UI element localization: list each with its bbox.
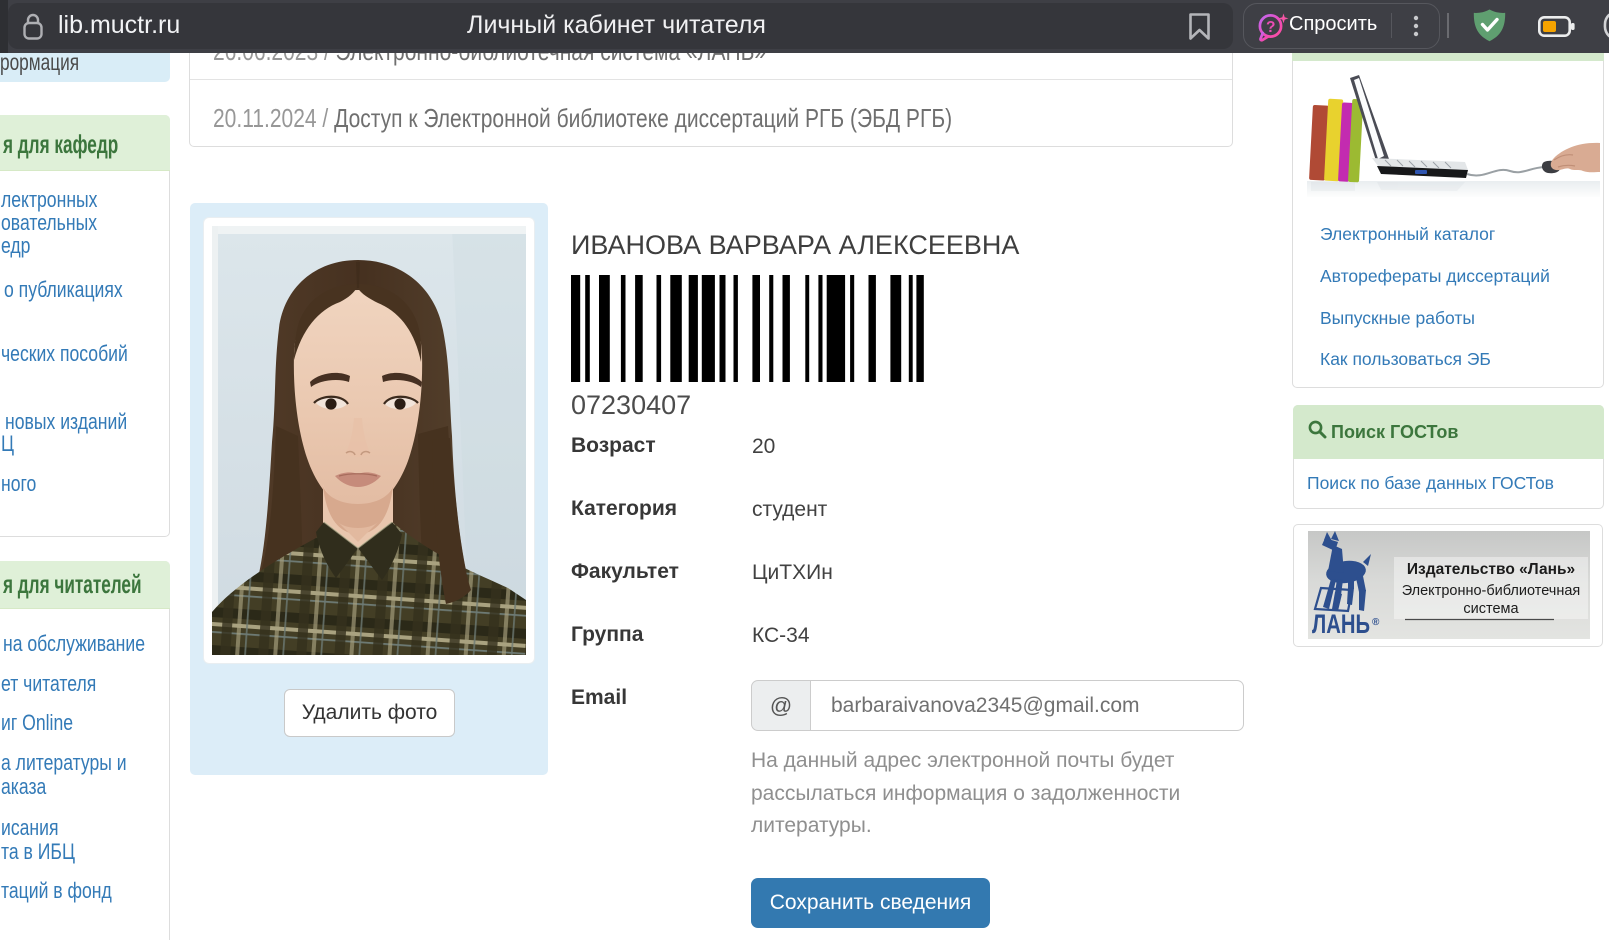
svg-text:ЛАНЬ: ЛАНЬ [1312,609,1370,639]
svg-text:система: система [1463,601,1519,617]
svg-text:Электронно-библиотечная: Электронно-библиотечная [1402,583,1581,599]
svg-text:®: ® [1372,617,1380,628]
svg-text:?: ? [1266,19,1275,36]
svg-text:Издательство «Лань»: Издательство «Лань» [1407,561,1575,578]
